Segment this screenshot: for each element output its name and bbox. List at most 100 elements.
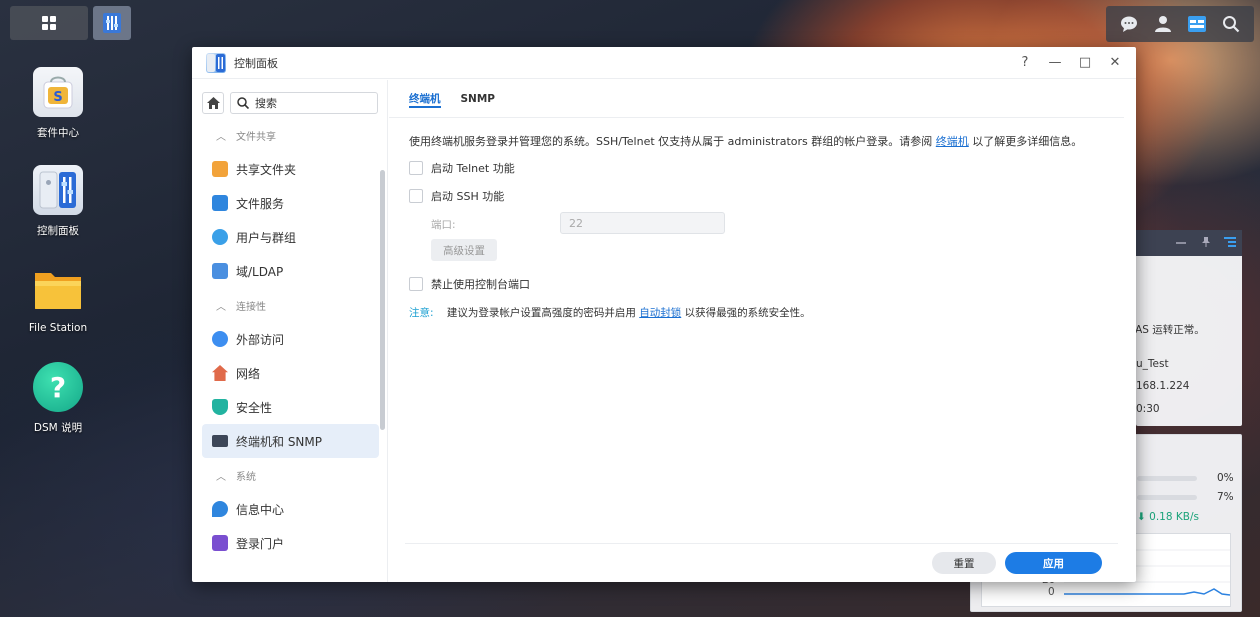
sidebar-item-security[interactable]: 安全性 xyxy=(202,390,379,424)
window-controls: ? — □ ✕ xyxy=(1018,55,1122,70)
desktop-icon-file-station[interactable]: File Station xyxy=(14,264,102,334)
sidebar: ︿ 文件共享 共享文件夹 文件服务 用户与群组 域/LDAP ︿ 连接性 外部访… xyxy=(192,80,388,582)
search-input[interactable] xyxy=(255,96,365,110)
section-connectivity[interactable]: ︿ 连接性 xyxy=(192,288,387,322)
help-button[interactable]: ? xyxy=(1018,55,1032,70)
section-system[interactable]: ︿ 系统 xyxy=(192,458,387,492)
ssh-checkbox[interactable] xyxy=(409,189,423,203)
taskbar-control-panel-button[interactable] xyxy=(93,6,131,40)
tab-terminal[interactable]: 终端机 xyxy=(409,80,441,118)
download-arrow-icon: ⬇ xyxy=(1137,511,1150,523)
home-button[interactable] xyxy=(202,92,224,114)
section-file-sharing[interactable]: ︿ 文件共享 xyxy=(192,118,387,152)
disable-console-label: 禁止使用控制台端口 xyxy=(431,278,530,291)
desktop-icon-dsm-help[interactable]: ? DSM 说明 xyxy=(14,362,102,435)
sidebar-item-user-group[interactable]: 用户与群组 xyxy=(202,220,379,254)
sidebar-item-file-services[interactable]: 文件服务 xyxy=(202,186,379,220)
reset-button[interactable]: 重置 xyxy=(932,552,996,574)
chart-tick-0: 0 xyxy=(1048,586,1055,598)
info-icon xyxy=(212,501,228,517)
footer-divider xyxy=(405,543,1118,544)
chevron-up-icon: ︿ xyxy=(216,131,226,143)
ip-address: 168.1.224 xyxy=(1136,380,1190,392)
sidebar-item-label: 信息中心 xyxy=(236,502,285,517)
sidebar-item-info-center[interactable]: 信息中心 xyxy=(202,492,379,526)
status-text: IAS 运转正常。 xyxy=(1132,324,1205,336)
sidebar-item-label: 外部访问 xyxy=(236,332,285,347)
port-label: 端口: xyxy=(431,219,456,231)
widgets-icon[interactable] xyxy=(1186,13,1208,35)
folder-icon xyxy=(33,264,83,314)
telnet-checkbox[interactable] xyxy=(409,161,423,175)
sidebar-top xyxy=(192,80,387,114)
ssh-label: 启动 SSH 功能 xyxy=(431,190,505,203)
minimize-button[interactable]: — xyxy=(1048,55,1062,70)
desktop-icon-control-panel[interactable]: 控制面板 xyxy=(14,165,102,238)
main-content: 终端机 SNMP 使用终端机服务登录并管理您的系统。SSH/Telnet 仅支持… xyxy=(389,80,1136,582)
control-panel-icon xyxy=(206,52,226,73)
tab-snmp[interactable]: SNMP xyxy=(461,80,496,118)
terminal-help-link[interactable]: 终端机 xyxy=(936,135,969,148)
shield-icon xyxy=(212,399,228,415)
telnet-option: 启动 Telnet 功能 xyxy=(409,160,515,176)
description-after: 以了解更多详细信息。 xyxy=(972,135,1083,148)
chevron-up-icon: ︿ xyxy=(216,301,226,313)
auto-block-link[interactable]: 自动封锁 xyxy=(639,307,681,319)
main-menu-button[interactable] xyxy=(10,6,88,40)
taskbar-tray xyxy=(1106,6,1254,42)
sidebar-item-login-portal[interactable]: 登录门户 xyxy=(202,526,379,560)
disable-console-checkbox[interactable] xyxy=(409,277,423,291)
description-text: 使用终端机服务登录并管理您的系统。SSH/Telnet 仅支持从属于 admin… xyxy=(409,133,1082,149)
home-icon xyxy=(206,97,220,109)
sidebar-scrollbar[interactable] xyxy=(380,170,385,430)
minimize-icon[interactable] xyxy=(1176,238,1186,248)
network-speed: ⬇ 0.18 KB/s xyxy=(1137,511,1199,523)
pin-icon[interactable] xyxy=(1200,236,1212,248)
window-titlebar[interactable]: 控制面板 ? — □ ✕ xyxy=(192,47,1136,79)
network-speed-value: 0.18 KB/s xyxy=(1149,511,1199,523)
control-panel-window: 控制面板 ? — □ ✕ ︿ 文件共享 共享文件夹 文 xyxy=(192,47,1136,582)
desktop-icon-label: File Station xyxy=(28,322,88,334)
sidebar-item-domain-ldap[interactable]: 域/LDAP xyxy=(202,254,379,288)
taskbar xyxy=(0,0,1260,42)
search-icon[interactable] xyxy=(1220,13,1242,35)
terminal-icon xyxy=(212,435,228,447)
apply-button[interactable]: 应用 xyxy=(1005,552,1102,574)
close-button[interactable]: ✕ xyxy=(1108,55,1122,70)
desktop-icon-package-center[interactable]: S 套件中心 xyxy=(14,67,102,140)
widget-header xyxy=(1136,230,1242,256)
cpu-bar xyxy=(1137,476,1197,481)
note-after: 以获得最强的系统安全性。 xyxy=(684,307,811,319)
desktop-icon-label: 控制面板 xyxy=(37,225,79,237)
sidebar-item-shared-folder[interactable]: 共享文件夹 xyxy=(202,152,379,186)
section-label: 文件共享 xyxy=(236,131,276,143)
sidebar-item-external-access[interactable]: 外部访问 xyxy=(202,322,379,356)
system-health-widget: IAS 运转正常。 u_Test 168.1.224 0:30 xyxy=(1132,230,1242,426)
console-option: 禁止使用控制台端口 xyxy=(409,276,530,292)
sidebar-item-network[interactable]: 网络 xyxy=(202,356,379,390)
user-icon[interactable] xyxy=(1152,13,1174,35)
sidebar-item-label: 用户与群组 xyxy=(236,230,297,245)
maximize-button[interactable]: □ xyxy=(1078,55,1092,70)
sidebar-item-label: 域/LDAP xyxy=(236,264,284,279)
domain-ldap-icon xyxy=(212,263,228,279)
search-box xyxy=(230,92,378,114)
chat-icon[interactable] xyxy=(1118,13,1140,35)
section-label: 系统 xyxy=(236,471,256,483)
sidebar-item-label: 文件服务 xyxy=(236,196,285,211)
telnet-label: 启动 Telnet 功能 xyxy=(431,162,515,175)
list-icon[interactable] xyxy=(1224,237,1236,248)
security-note: 注意: 建议为登录帐户设置高强度的密码并启用 自动封锁 以获得最强的系统安全性。 xyxy=(409,305,811,320)
sidebar-item-label: 网络 xyxy=(236,366,261,381)
description-before: 使用终端机服务登录并管理您的系统。SSH/Telnet 仅支持从属于 admin… xyxy=(409,135,933,148)
advanced-settings-button[interactable]: 高级设置 xyxy=(431,239,497,261)
tab-bar: 终端机 SNMP xyxy=(389,80,1124,118)
uptime-text: 0:30 xyxy=(1136,403,1160,415)
port-input[interactable]: 22 xyxy=(560,212,725,234)
note-before: 建议为登录帐户设置高强度的密码并启用 xyxy=(446,307,636,319)
chevron-up-icon: ︿ xyxy=(216,471,226,483)
sidebar-item-terminal-snmp[interactable]: 终端机和 SNMP xyxy=(202,424,379,458)
sidebar-item-label: 共享文件夹 xyxy=(236,162,297,177)
svg-text:S: S xyxy=(53,90,62,105)
section-label: 连接性 xyxy=(236,301,266,313)
